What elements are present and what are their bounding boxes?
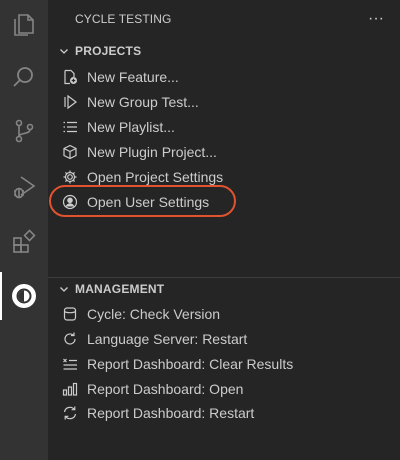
activity-bar	[0, 0, 48, 460]
item-label: Open User Settings	[87, 193, 210, 210]
item-label: Report Dashboard: Open	[87, 380, 244, 397]
management-section-title: MANAGEMENT	[75, 282, 165, 296]
search-icon[interactable]	[0, 53, 48, 101]
chevron-down-icon	[56, 43, 72, 59]
new-plugin-project-item[interactable]: New Plugin Project...	[48, 139, 400, 164]
files-icon[interactable]	[0, 0, 48, 48]
item-label: New Group Test...	[87, 93, 199, 110]
language-server-restart-item[interactable]: Language Server: Restart	[48, 326, 400, 351]
account-icon	[61, 193, 79, 211]
management-section-header[interactable]: MANAGEMENT	[48, 278, 400, 300]
new-file-icon	[61, 68, 79, 86]
item-label: New Plugin Project...	[87, 143, 217, 160]
report-dashboard-clear-item[interactable]: Report Dashboard: Clear Results	[48, 351, 400, 376]
open-user-settings-item[interactable]: Open User Settings	[48, 189, 400, 214]
item-label: Open Project Settings	[87, 168, 224, 185]
group-test-icon	[61, 93, 79, 111]
sidebar: CYCLE TESTING ··· PROJECTS New Feature..…	[48, 0, 400, 460]
open-project-settings-item[interactable]: Open Project Settings	[48, 164, 400, 189]
run-debug-icon[interactable]	[0, 163, 48, 211]
new-playlist-item[interactable]: New Playlist...	[48, 114, 400, 139]
refresh-icon	[61, 330, 79, 348]
item-label: New Playlist...	[87, 118, 175, 135]
extensions-icon[interactable]	[0, 218, 48, 266]
sync-icon	[61, 404, 79, 422]
cycle-icon[interactable]	[0, 272, 48, 320]
item-label: Language Server: Restart	[87, 330, 248, 347]
item-label: Cycle: Check Version	[87, 305, 221, 322]
graph-icon	[61, 380, 79, 398]
ellipsis-icon[interactable]: ···	[368, 11, 384, 27]
package-icon	[61, 143, 79, 161]
clear-list-icon	[61, 355, 79, 373]
new-feature-item[interactable]: New Feature...	[48, 64, 400, 89]
item-label: New Feature...	[87, 68, 179, 85]
new-group-test-item[interactable]: New Group Test...	[48, 89, 400, 114]
gear-icon	[61, 168, 79, 186]
item-label: Report Dashboard: Clear Results	[87, 355, 294, 372]
report-dashboard-open-item[interactable]: Report Dashboard: Open	[48, 376, 400, 401]
cycle-check-version-item[interactable]: Cycle: Check Version	[48, 301, 400, 326]
list-icon	[61, 118, 79, 136]
item-label: Report Dashboard: Restart	[87, 404, 255, 421]
projects-section-title: PROJECTS	[75, 44, 142, 58]
sidebar-title: CYCLE TESTING	[75, 12, 172, 26]
projects-section-header[interactable]: PROJECTS	[48, 40, 400, 62]
database-icon	[61, 305, 79, 323]
chevron-down-icon	[56, 281, 72, 297]
report-dashboard-restart-item[interactable]: Report Dashboard: Restart	[48, 400, 400, 425]
source-control-icon[interactable]	[0, 107, 48, 155]
